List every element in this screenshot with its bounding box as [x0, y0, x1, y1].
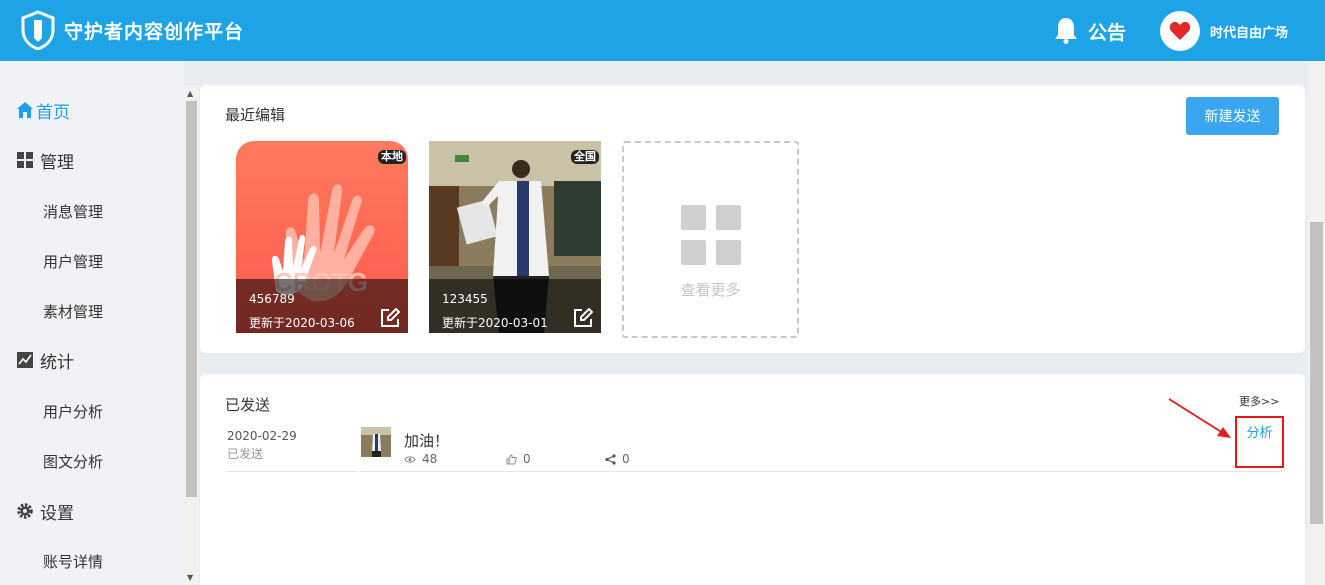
sidebar-scrollbar-thumb[interactable]	[186, 101, 197, 497]
recent-card[interactable]: CROTG 本地 456789 更新于2020-03-06	[236, 141, 408, 333]
sent-status: 已发送	[227, 447, 264, 461]
sent-date: 2020-02-29	[227, 429, 297, 443]
nav-settings[interactable]: 设置	[16, 496, 74, 526]
likes-stat: 0	[506, 452, 531, 466]
new-send-button[interactable]: 新建发送	[1186, 97, 1279, 135]
avatar[interactable]	[1160, 11, 1200, 51]
row-divider	[361, 471, 1285, 472]
views-count: 48	[422, 452, 438, 466]
nav-home[interactable]: 首页	[16, 95, 70, 125]
shares-count: 0	[622, 452, 630, 466]
nav-material-manage[interactable]: 素材管理	[43, 301, 103, 322]
thumbnail-image	[361, 427, 391, 457]
card-date: 更新于2020-03-06	[249, 316, 355, 330]
view-more-card[interactable]: 查看更多	[622, 141, 799, 338]
card-date: 更新于2020-03-01	[442, 316, 548, 330]
analyze-button[interactable]: 分析	[1235, 416, 1284, 468]
shield-logo-icon	[21, 10, 55, 50]
edit-icon[interactable]	[380, 308, 400, 328]
annotation-arrow	[1168, 398, 1231, 438]
nav-home-label: 首页	[36, 102, 70, 123]
scroll-down-icon[interactable]: ▼	[187, 573, 193, 582]
recent-title: 最近编辑	[225, 106, 286, 124]
heart-icon	[1169, 21, 1191, 40]
page-scrollbar-thumb[interactable]	[1310, 222, 1323, 524]
likes-count: 0	[523, 452, 531, 466]
nav-stats[interactable]: 统计	[16, 345, 74, 375]
bell-icon[interactable]	[1053, 16, 1079, 44]
notice-link[interactable]: 公告	[1088, 18, 1126, 45]
chart-icon	[17, 352, 33, 368]
grid-tile-icon	[681, 240, 706, 265]
sent-title: 已发送	[225, 396, 271, 414]
views-stat: 48	[404, 452, 437, 466]
card-badge: 本地	[378, 150, 406, 164]
nav-manage[interactable]: 管理	[16, 145, 74, 175]
nav-account-detail[interactable]: 账号详情	[43, 551, 103, 572]
nav-settings-label: 设置	[40, 503, 74, 524]
article-thumbnail[interactable]	[361, 427, 391, 457]
nav-user-analysis[interactable]: 用户分析	[43, 401, 103, 422]
nav-manage-label: 管理	[40, 152, 74, 173]
view-more-label: 查看更多	[680, 281, 741, 299]
nav-user-manage[interactable]: 用户管理	[43, 251, 103, 272]
card-badge: 全国	[571, 150, 599, 164]
row-divider	[227, 471, 357, 472]
edit-icon[interactable]	[573, 308, 593, 328]
grid-tile-icon	[716, 240, 741, 265]
thumbs-up-icon	[506, 454, 517, 464]
grid-icon	[17, 152, 33, 168]
share-icon	[605, 453, 616, 465]
app-title: 守护者内容创作平台	[64, 21, 245, 43]
more-link[interactable]: 更多>>	[1239, 393, 1279, 409]
eye-icon	[404, 455, 416, 463]
home-icon	[17, 102, 33, 118]
scroll-up-icon[interactable]: ▲	[187, 89, 193, 98]
grid-tile-icon	[716, 205, 741, 230]
top-bar: 守护者内容创作平台 公告 时代自由广场	[0, 0, 1325, 61]
card-title: 456789	[249, 292, 295, 306]
username[interactable]: 时代自由广场	[1210, 22, 1288, 41]
card-title: 123455	[442, 292, 488, 306]
nav-message-manage[interactable]: 消息管理	[43, 201, 103, 222]
gear-icon	[17, 503, 33, 519]
sent-panel	[200, 374, 1305, 585]
recent-card[interactable]: 全国 123455 更新于2020-03-01	[429, 141, 601, 333]
shares-stat: 0	[605, 452, 630, 466]
article-title[interactable]: 加油！	[404, 430, 449, 451]
nav-article-analysis[interactable]: 图文分析	[43, 451, 103, 472]
nav-stats-label: 统计	[40, 352, 74, 373]
grid-tile-icon	[681, 205, 706, 230]
